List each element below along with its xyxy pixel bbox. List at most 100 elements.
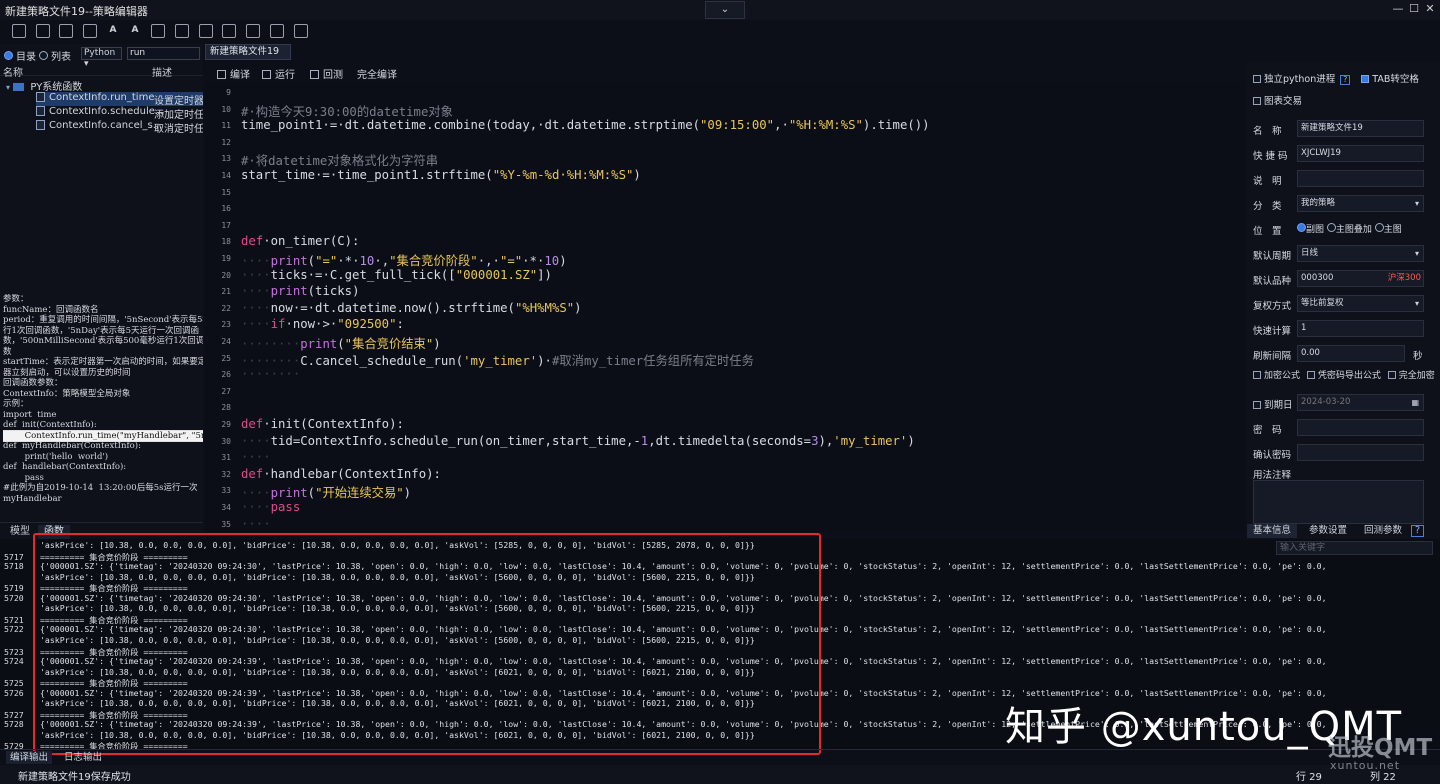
- code-line: start_time·=·time_point1.strftime("%Y-%m…: [241, 168, 641, 182]
- full-encrypt-checkbox[interactable]: [1387, 371, 1396, 379]
- save-as-icon[interactable]: [59, 24, 73, 38]
- document-lock-icon[interactable]: [270, 24, 284, 38]
- tab-to-space-checkbox[interactable]: [1361, 75, 1370, 83]
- chevron-down-icon: ▾: [1414, 199, 1419, 208]
- chevron-down-icon[interactable]: ⌄: [705, 1, 745, 19]
- new-file-icon[interactable]: [12, 24, 26, 38]
- position-sub-radio[interactable]: [1297, 223, 1306, 232]
- editor-toolbar: 编译 运行 回测 完全编译: [205, 62, 1245, 82]
- refresh-unit: 秒: [1413, 351, 1423, 362]
- position-main-radio[interactable]: [1374, 223, 1384, 232]
- tree-group[interactable]: ▾ PY系统函数: [6, 78, 82, 93]
- close-button[interactable]: ✕: [1422, 1, 1438, 17]
- font-increase-icon[interactable]: A: [106, 24, 120, 38]
- help-icon[interactable]: ?: [1340, 75, 1351, 85]
- line-number: 23: [221, 320, 231, 330]
- standalone-python-checkbox[interactable]: [1253, 75, 1261, 83]
- strategy-settings-panel: 独立python进程 ? TAB转空格 图表交易 名 称 新建策略文件19 快 …: [1247, 62, 1440, 539]
- position-main-label: 主图: [1383, 225, 1402, 235]
- tab-compile-output[interactable]: 编译输出: [6, 751, 53, 764]
- help-icon[interactable]: ?: [1411, 525, 1425, 537]
- document-settings-icon[interactable]: [222, 24, 236, 38]
- maximize-button[interactable]: ☐: [1406, 1, 1422, 17]
- chevron-down-icon: ▾: [1414, 249, 1419, 258]
- full-encrypt-label: 完全加密: [1398, 371, 1435, 381]
- tree-item[interactable]: ContextInfo.cancel_s... 取消定时任: [36, 120, 203, 134]
- doc-line: ContextInfo.run_time("myHandlebar", "5nS: [3, 429, 203, 442]
- line-number: 30: [221, 436, 231, 446]
- tab-backtest-params[interactable]: 回测参数: [1358, 524, 1408, 538]
- adjust-select[interactable]: 等比前复权 ▾: [1297, 295, 1424, 312]
- expire-checkbox[interactable]: [1253, 401, 1261, 409]
- code-editor[interactable]: 9 10 11 12 13 14 15 16 17 18 19 20 21 22 23 24 25 26 27 28 2…: [205, 82, 1245, 532]
- standalone-python-option[interactable]: 独立python进程 ? TAB转空格: [1253, 71, 1419, 87]
- title-bar: 新建策略文件19--策略编辑器 ⌄ — ☐ ✕: [0, 0, 1440, 20]
- position-overlay-label: 主图叠加: [1335, 225, 1372, 235]
- document-check-icon[interactable]: [246, 24, 260, 38]
- confirm-password-input[interactable]: [1297, 444, 1424, 461]
- code-line: def·handlebar(ContextInfo):: [241, 466, 441, 481]
- refresh-input[interactable]: 0.00: [1297, 345, 1405, 362]
- import-icon[interactable]: [151, 24, 165, 38]
- calendar-icon: ▦: [1411, 398, 1419, 407]
- tab-log-output[interactable]: 日志输出: [60, 751, 106, 764]
- name-input[interactable]: 新建策略文件19: [1297, 120, 1424, 137]
- backtest-button[interactable]: 回测: [310, 66, 343, 81]
- expand-icon[interactable]: ▾: [6, 83, 10, 92]
- minimize-button[interactable]: —: [1390, 1, 1406, 17]
- output-search-input[interactable]: 输入关键字: [1276, 541, 1433, 555]
- period-select[interactable]: 日线 ▾: [1297, 245, 1424, 262]
- line-number: 24: [221, 337, 231, 346]
- function-icon: [36, 120, 45, 130]
- export-by-pwd-checkbox[interactable]: [1306, 371, 1315, 379]
- doc-line: 示例：: [3, 399, 29, 409]
- list-radio[interactable]: [39, 50, 48, 60]
- catalog-radio[interactable]: [4, 50, 13, 60]
- chart-trade-label: 图表交易: [1264, 96, 1303, 107]
- doc-line: 参数：: [3, 294, 29, 304]
- chart-trade-option[interactable]: 图表交易: [1253, 93, 1302, 109]
- language-select[interactable]: Python ▾: [81, 47, 122, 69]
- tab-params[interactable]: 参数设置: [1303, 524, 1353, 538]
- expire-date-input[interactable]: 2024-03-20 ▦: [1297, 394, 1424, 411]
- position-overlay-radio[interactable]: [1326, 223, 1336, 232]
- encrypt-checkbox[interactable]: [1253, 371, 1261, 379]
- doc-line: funcName：回调函数名: [3, 304, 99, 315]
- run-button[interactable]: 运行: [262, 66, 295, 81]
- full-compile-button[interactable]: 完全编译: [357, 66, 397, 81]
- usage-textarea[interactable]: [1253, 480, 1424, 524]
- tree-item[interactable]: ContextInfo.run_time 设置定时器: [36, 92, 203, 106]
- main-toolbar: A A: [0, 22, 330, 42]
- save-icon[interactable]: [36, 24, 50, 38]
- status-bar: 新建策略文件19保存成功 行 29 列 22: [0, 765, 1440, 784]
- brand-watermark: 迅投QMT: [1328, 735, 1433, 761]
- compile-button[interactable]: 编译: [217, 66, 250, 81]
- fast-calc-label: 快速计算: [1253, 326, 1292, 337]
- shortcode-input[interactable]: XJCLWJ19: [1297, 145, 1424, 162]
- description-input[interactable]: [1297, 170, 1424, 187]
- compile-label: 编译: [230, 70, 250, 81]
- export-icon[interactable]: [175, 24, 189, 38]
- tab-model[interactable]: 模型: [4, 525, 36, 539]
- doc-line: 器立刻启动，可以设置历史的时间: [3, 367, 131, 378]
- usage-label: 用法注释: [1253, 470, 1292, 481]
- name-label: 名 称: [1253, 126, 1282, 137]
- tree-item[interactable]: ContextInfo.schedule... 添加定时任: [36, 106, 203, 120]
- line-number: 14: [221, 171, 231, 180]
- document-icon[interactable]: [199, 24, 213, 38]
- doc-line: pass: [3, 472, 44, 483]
- function-search-input[interactable]: run: [127, 47, 200, 60]
- tab-basic-info[interactable]: 基本信息: [1247, 524, 1298, 538]
- help-icon[interactable]: [294, 24, 308, 38]
- variety-input[interactable]: 000300 沪深300: [1297, 270, 1424, 287]
- doc-line: 数，'500nMilliSecond'表示每500毫秒运行1次回调函: [3, 336, 203, 346]
- font-decrease-icon[interactable]: A: [128, 24, 142, 38]
- copy-icon[interactable]: [83, 24, 97, 38]
- expire-option[interactable]: 到期日: [1253, 397, 1293, 413]
- fast-calc-input[interactable]: 1: [1297, 320, 1424, 337]
- password-input[interactable]: [1297, 419, 1424, 436]
- chart-trade-checkbox[interactable]: [1253, 97, 1261, 105]
- category-select[interactable]: 我的策略 ▾: [1297, 195, 1424, 212]
- editor-file-tab[interactable]: 新建策略文件19: [205, 44, 291, 60]
- position-label: 位 置: [1253, 226, 1282, 237]
